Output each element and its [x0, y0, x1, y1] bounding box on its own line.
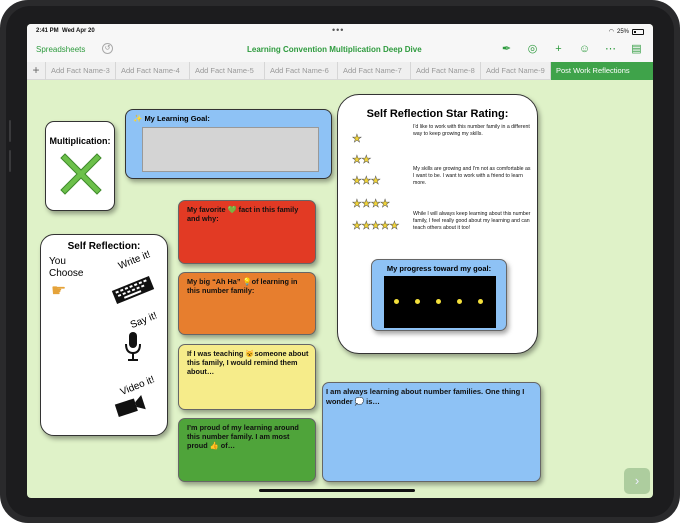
screen: 2:41 PM Wed Apr 20 ••• ◠ 25% Spreadsheet… [27, 24, 653, 498]
multiplication-card[interactable]: Multiplication: [45, 121, 115, 211]
star-rating-stars[interactable]: ★ [352, 132, 362, 146]
toolbar-tools: ✒ ◎ + ☺ ⋯ ▤ [500, 43, 643, 56]
video-camera-icon [114, 395, 146, 417]
teaching-prompt: If I was teaching 😺someone about this fa… [187, 349, 309, 376]
sheet-tab[interactable]: Add Fact Name-4 [115, 62, 189, 80]
star-rating-description: I'd like to work with this number family… [413, 124, 530, 137]
ipad-frame: 2:41 PM Wed Apr 20 ••• ◠ 25% Spreadsheet… [0, 0, 680, 523]
learning-goal-input[interactable] [142, 127, 319, 172]
add-sheet-button[interactable]: + [27, 62, 45, 80]
multitasking-dots-icon[interactable]: ••• [332, 25, 344, 35]
volume-button [9, 120, 11, 142]
wifi-icon: ◠ [608, 29, 614, 35]
sheet-tab[interactable]: Add Fact Name-3 [45, 62, 115, 80]
pointing-hand-icon: ☛ [51, 281, 67, 300]
star-rating-description: While I will always keep learning about … [413, 211, 531, 231]
status-time: 2:41 PM Wed Apr 20 [36, 28, 95, 34]
learning-goal-label: ✨ My Learning Goal: [133, 114, 210, 123]
progress-dot [436, 299, 441, 304]
document-icon[interactable]: ▤ [630, 43, 643, 56]
spreadsheets-back-button[interactable]: Spreadsheets [36, 45, 85, 54]
progress-dot [478, 299, 483, 304]
progress-dot [415, 299, 420, 304]
undo-icon[interactable]: ↺ [102, 43, 113, 54]
favorite-fact-card[interactable]: My favorite 💚 fact in this family and wh… [178, 200, 316, 264]
collaborate-icon[interactable]: ☺ [578, 43, 591, 56]
star-rating-stars[interactable]: ★★★ [352, 174, 381, 188]
star-rating-stars[interactable]: ★★★★★ [352, 219, 400, 233]
volume-button [9, 150, 11, 172]
star-rating-title: Self Reflection Star Rating: [366, 108, 509, 120]
home-indicator[interactable] [259, 489, 415, 492]
battery-percent: 25% [616, 28, 629, 35]
sheet-tab[interactable]: Add Fact Name-8 [410, 62, 480, 80]
proud-card[interactable]: I’m proud of my learning around this num… [178, 418, 316, 482]
sheet-tab[interactable]: Add Fact Name-6 [264, 62, 337, 80]
teaching-card[interactable]: If I was teaching 😺someone about this fa… [178, 344, 316, 410]
multiplication-label: Multiplication: [49, 136, 111, 146]
sheet-tabs: + Add Fact Name-3 Add Fact Name-4 Add Fact… [27, 62, 653, 80]
keyboard-icon [111, 276, 155, 304]
sparkle-icon: ✨ [133, 114, 143, 123]
multiplication-x-icon [60, 153, 102, 195]
self-reflection-card[interactable]: Self Reflection: You Choose ☛ Write it! … [40, 234, 168, 436]
progress-dot [457, 299, 462, 304]
sheet-tab[interactable]: Add Fact Name-5 [189, 62, 264, 80]
wonder-prompt: I am always learning about number famili… [326, 387, 525, 406]
toolbar: Spreadsheets ↺ Learning Convention Multi… [27, 38, 653, 62]
favorite-fact-prompt: My favorite 💚 fact in this family and wh… [187, 205, 299, 223]
sheet-tab[interactable]: Add Fact Name-7 [337, 62, 410, 80]
sheet-tab[interactable]: Post Work Reflections [550, 62, 653, 80]
microphone-icon [125, 332, 141, 361]
progress-dots-box [384, 276, 496, 328]
document-title[interactable]: Learning Convention Multiplication Deep … [247, 45, 422, 54]
ah-ha-prompt: My big “Ah Ha” 💡of learning in this numb… [187, 277, 298, 295]
status-right: ◠ 25% [609, 28, 644, 35]
format-brush-icon[interactable]: ✒ [500, 43, 513, 56]
next-arrow-button[interactable]: › [624, 468, 650, 494]
wonder-card[interactable]: I am always learning about number famili… [322, 382, 541, 482]
you-choose-label: You Choose [49, 256, 84, 279]
ah-ha-card[interactable]: My big “Ah Ha” 💡of learning in this numb… [178, 272, 316, 335]
star-rating-stars[interactable]: ★★★★ [352, 197, 390, 211]
star-rating-description: My skills are growing and I'm not as com… [413, 166, 531, 186]
add-icon[interactable]: + [552, 43, 565, 56]
write-it-label: Write it! [116, 249, 153, 272]
progress-label: My progress toward my goal: [386, 264, 492, 273]
sheet-canvas: Multiplication: ✨ My Learning Goal: Self… [27, 81, 653, 498]
progress-dot [394, 299, 399, 304]
sheet-tab[interactable]: Add Fact Name-9 [480, 62, 550, 80]
battery-icon [632, 28, 644, 35]
proud-prompt: I’m proud of my learning around this num… [187, 423, 299, 450]
star-rating-stars[interactable]: ★★ [352, 153, 372, 167]
comment-icon[interactable]: ◎ [526, 43, 539, 56]
more-icon[interactable]: ⋯ [604, 43, 617, 56]
learning-goal-card[interactable]: ✨ My Learning Goal: [125, 109, 332, 179]
status-bar: 2:41 PM Wed Apr 20 ••• ◠ 25% [27, 24, 653, 38]
say-it-label: Say it! [128, 310, 159, 331]
progress-card[interactable]: My progress toward my goal: [371, 259, 507, 331]
